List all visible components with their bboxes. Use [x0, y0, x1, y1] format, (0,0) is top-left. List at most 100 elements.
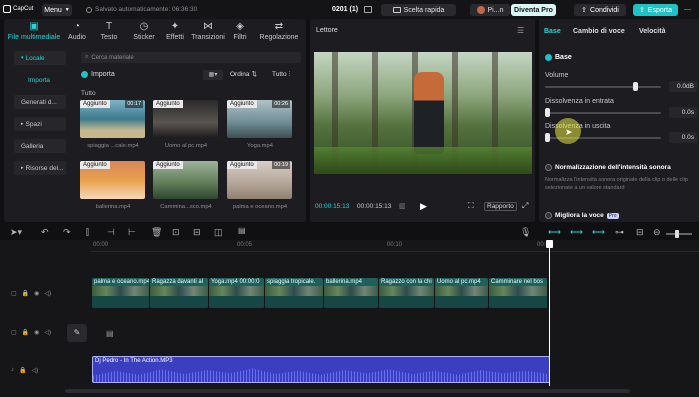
cover-icon[interactable]: ▤	[106, 329, 114, 338]
tab-basic[interactable]: Base	[544, 28, 561, 35]
view-toggle[interactable]: ▦▾	[203, 70, 223, 80]
volume-knob[interactable]	[633, 82, 638, 91]
export-button[interactable]: ⇪ Esporta	[633, 4, 678, 16]
crop-icon[interactable]: ▤	[238, 226, 246, 235]
lock-icon[interactable]: 🔒	[22, 290, 29, 297]
filter-button[interactable]: Tutto ⫶	[272, 70, 290, 80]
volume-slider[interactable]	[545, 82, 661, 91]
zoom-slider[interactable]	[666, 230, 692, 238]
tab-audio[interactable]: ◔ Audio	[62, 22, 92, 42]
media-item[interactable]: Aggiunto 00:26 Yoga.mp4	[227, 100, 295, 149]
speaker-icon[interactable]: ◁)	[44, 290, 51, 297]
video-clip[interactable]: spiaggia tropicale.	[265, 278, 323, 308]
tab-text[interactable]: T Testo	[94, 22, 124, 42]
fade-in-slider[interactable]	[545, 108, 661, 117]
play-button[interactable]: ▶	[420, 201, 427, 212]
lock-icon[interactable]: 🔒	[22, 329, 29, 336]
edit-cover-button[interactable]: ✎	[67, 324, 87, 342]
track-type-icon[interactable]: ▢	[11, 329, 17, 336]
tab-filters[interactable]: ◈ Filtri	[228, 22, 252, 42]
audio-clip[interactable]: Dj Pedro - In The Action.MP3	[92, 356, 550, 383]
lock-icon[interactable]: 🔒	[19, 367, 26, 374]
media-item[interactable]: Aggiunto Uomo al pc.mp4	[153, 100, 221, 149]
video-clip[interactable]: Uomo al pc.mp4	[435, 278, 488, 308]
tab-voice-change[interactable]: Cambio di voce	[573, 28, 625, 35]
normalize-toggle[interactable]: Normalizzazione dell'intensità sonora	[545, 164, 671, 171]
split-icon[interactable]: ⫿	[86, 227, 89, 238]
video-clip[interactable]: ballerina.mp4	[324, 278, 378, 308]
ratio-button[interactable]: Rapporto	[484, 202, 517, 211]
sidebar-item-import[interactable]: Importa	[14, 73, 66, 87]
eye-icon[interactable]: ◉	[34, 290, 39, 297]
shortcuts-button[interactable]: Scelta rapida	[381, 4, 456, 16]
select-tool-icon[interactable]: ➤▾	[10, 227, 22, 238]
eye-icon[interactable]: ◉	[34, 329, 39, 336]
video-clip[interactable]: Camminare nel bos	[489, 278, 547, 308]
checkbox-icon[interactable]	[545, 212, 552, 219]
video-clip[interactable]: palma e oceano.mp4	[92, 278, 149, 308]
pro-button[interactable]: Diventa Pro	[511, 4, 556, 16]
search-input[interactable]: ⌕ Cerca materiale	[81, 52, 301, 63]
link-snap-icon[interactable]: ⟷	[570, 227, 583, 238]
fade-in-value[interactable]: 0.0s	[669, 107, 697, 118]
split-right-icon[interactable]: ⊢	[128, 227, 136, 238]
minimize-icon[interactable]: —	[684, 6, 691, 13]
volume-value[interactable]: 0.0dB	[669, 81, 697, 92]
share-button[interactable]: ⇪ Condividi	[574, 4, 626, 16]
media-item[interactable]: Aggiunto ballerina.mp4	[80, 161, 148, 210]
sidebar-item-gallery[interactable]: Galleria	[14, 139, 66, 153]
zoom-out-icon[interactable]: ⊖	[653, 227, 661, 238]
preview-axis-icon[interactable]: ⊶	[615, 227, 624, 238]
speaker-icon[interactable]: ◁)	[31, 367, 38, 374]
freeze-icon[interactable]: ⊡	[172, 227, 180, 238]
mirror-icon[interactable]: ◫	[214, 227, 223, 238]
import-button[interactable]: Importa	[81, 71, 115, 78]
reverse-icon[interactable]: ⊟	[193, 227, 201, 238]
track-type-icon[interactable]: ▢	[11, 290, 17, 297]
tab-sticker[interactable]: ◷ Sticker	[127, 22, 161, 42]
fit-icon[interactable]: ⛶	[468, 201, 474, 211]
tab-media[interactable]: ▣ File multimediale	[6, 22, 62, 42]
sort-button[interactable]: Ordina ⇅	[230, 70, 257, 80]
media-item[interactable]: Aggiunto 00:17 spiaggia ...cale.mp4	[80, 100, 148, 149]
sidebar-item-local[interactable]: ▾ Locale	[14, 51, 66, 65]
fade-out-value[interactable]: 0.0s	[669, 132, 697, 143]
fullscreen-icon[interactable]: ⤢	[522, 201, 528, 211]
fade-out-knob[interactable]	[545, 133, 550, 142]
tab-speed[interactable]: Velocità	[639, 28, 665, 35]
fade-in-knob[interactable]	[545, 108, 550, 117]
media-item[interactable]: Aggiunto 00:19 palma e oceano.mp4	[227, 161, 295, 210]
video-clip[interactable]: Ragazza davanti al	[150, 278, 208, 308]
link-audio-icon[interactable]: ⟷	[592, 227, 605, 238]
enhance-voice-toggle[interactable]: Migliora la voce Pro	[545, 212, 619, 219]
grid-icon[interactable]: ▥	[399, 202, 406, 210]
zoom-fit-icon[interactable]: ⊟	[636, 227, 644, 238]
tab-adjust[interactable]: ⇄ Regolazione	[254, 22, 304, 42]
speaker-icon[interactable]: ◁)	[44, 329, 51, 336]
checkbox-checked-icon[interactable]	[545, 54, 552, 61]
microphone-icon[interactable]: 🎙	[520, 227, 531, 238]
split-left-icon[interactable]: ⊣	[107, 227, 115, 238]
tab-transitions[interactable]: ⋈ Transizioni	[188, 22, 228, 42]
redo-icon[interactable]: ↷	[63, 227, 71, 238]
video-clip[interactable]: Ragazzo con la chi	[379, 278, 434, 308]
tab-effects[interactable]: ✦ Effetti	[160, 22, 190, 42]
playhead[interactable]	[546, 240, 553, 386]
media-item[interactable]: Aggiunto Cammina...sco.mp4	[153, 161, 221, 210]
player-menu-icon[interactable]: ☰	[517, 26, 524, 35]
user-button[interactable]: Pi...n	[470, 4, 510, 16]
zoom-knob[interactable]	[675, 230, 679, 238]
audio-track-icon[interactable]: ♪	[11, 367, 14, 374]
project-name[interactable]: 0201 (1)	[332, 6, 358, 13]
undo-icon[interactable]: ↶	[41, 227, 49, 238]
checkbox-icon[interactable]	[545, 164, 552, 171]
sidebar-item-spaces[interactable]: ▸ Spazi	[14, 117, 66, 131]
sidebar-item-generated[interactable]: Generati d...	[14, 95, 66, 109]
delete-icon[interactable]: 🗑	[151, 227, 162, 238]
timeline-scrollbar[interactable]	[65, 389, 630, 393]
layout-icon[interactable]	[364, 6, 372, 13]
playhead-handle[interactable]	[546, 240, 553, 248]
video-clip[interactable]: Yoga.mp4 00:00:0	[209, 278, 264, 308]
link-main-icon[interactable]: ⟷	[548, 227, 561, 238]
sidebar-item-resources[interactable]: ▸ Risorse del...	[14, 161, 66, 175]
